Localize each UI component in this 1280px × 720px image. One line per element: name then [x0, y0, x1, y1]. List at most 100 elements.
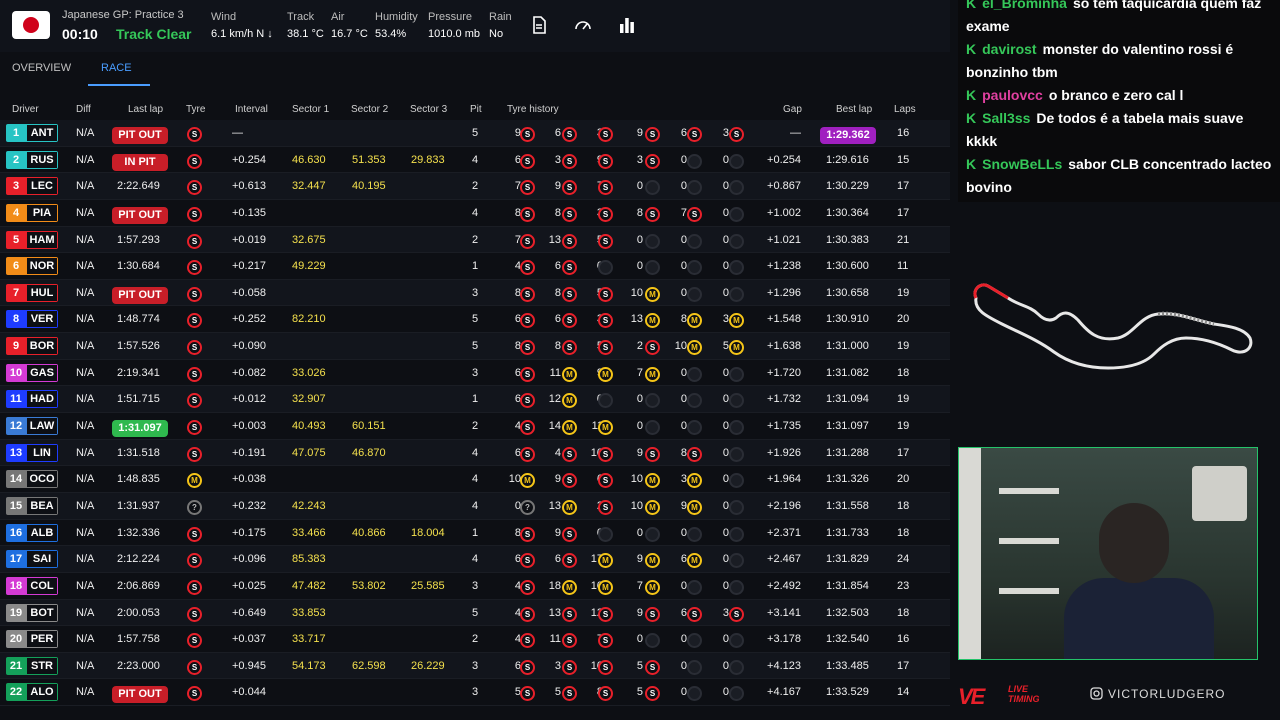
last-lap: 1:57.526: [117, 340, 160, 353]
table-row[interactable]: 22ALON/APIT OUTS+0.04435S5S8S5S00+4.1671…: [0, 679, 950, 707]
sector-2: 62.598: [352, 659, 386, 672]
stint-tyre-icon: [687, 526, 702, 542]
col-diff[interactable]: Diff: [76, 104, 91, 115]
stint-laps: 0: [680, 633, 687, 646]
table-row[interactable]: 8VERN/A1:48.774S+0.25282.21056S6S3S13M8M…: [0, 306, 950, 334]
table-row[interactable]: 17 SAI N/A 2:12.224 S +0.096 85.383 4 6 S 6 S 17 M 9 M 6…: [0, 546, 950, 573]
diff: N/A: [76, 260, 95, 273]
col-laps[interactable]: Laps: [894, 104, 916, 115]
driver-badge: 3 LEC: [6, 177, 58, 196]
weather-humidity: Humidity 53.4%: [375, 11, 418, 40]
interval: +0.058: [232, 286, 266, 299]
table-row[interactable]: 4PIAN/APIT OUTS+0.13548S8S3S8S7S0+1.0021…: [0, 200, 950, 227]
chat-username[interactable]: paulovcc: [982, 87, 1043, 103]
position: 17: [6, 550, 26, 569]
gap: +3.178: [767, 633, 801, 646]
gap: +2.371: [767, 526, 801, 539]
stint-laps: 0: [722, 260, 729, 273]
document-icon[interactable]: [530, 16, 548, 34]
col-sector3[interactable]: Sector 3: [410, 104, 447, 115]
col-interval[interactable]: Interval: [235, 104, 268, 115]
table-row[interactable]: 13 LIN N/A 1:31.518 S +0.191 47.075 46.870 4 6 S 4 S…: [0, 439, 950, 467]
stint-laps: 9: [554, 473, 561, 486]
position: 21: [6, 656, 26, 675]
chat-username[interactable]: Sall3ss: [982, 110, 1030, 126]
table-row[interactable]: 9BORN/A1:57.526S+0.09058S8S5S2S10M5M+1.6…: [0, 333, 950, 360]
col-sector1[interactable]: Sector 1: [292, 104, 329, 115]
stint-tyre-icon: M: [687, 340, 702, 356]
pit-count: 5: [472, 127, 479, 139]
session-name: Japanese GP: Practice 3: [62, 9, 184, 21]
stint-laps: 0: [680, 579, 687, 592]
driver-badge: 7 HUL: [6, 283, 58, 302]
stint-tyre-icon: S: [520, 420, 535, 436]
table-row[interactable]: 7HULN/APIT OUTS+0.05838S8S5S10M00+1.2961…: [0, 279, 950, 307]
driver-badge: 9 BOR: [6, 337, 58, 356]
col-tyre-history[interactable]: Tyre history: [507, 104, 559, 115]
chat-username[interactable]: SnowBeLLs: [982, 156, 1062, 172]
badge-icon: K: [966, 110, 977, 126]
col-driver[interactable]: Driver: [12, 104, 39, 115]
stint-laps: 10: [674, 340, 687, 353]
position: 1: [6, 124, 26, 142]
stint-laps: 0: [722, 499, 729, 512]
sector-1: 33.026: [292, 366, 326, 379]
col-best-lap[interactable]: Best lap: [836, 104, 872, 115]
table-row[interactable]: 14OCON/A1:48.835M+0.038410M9S6S10M3M0+1.…: [0, 466, 950, 493]
table-row[interactable]: 2 RUS N/A IN PIT S +0.254 46.630 51.353 29.833 4 6…: [0, 147, 950, 174]
stint-laps: 6: [514, 393, 521, 406]
col-gap[interactable]: Gap: [783, 104, 802, 115]
col-pit[interactable]: Pit: [470, 104, 482, 115]
last-lap-status: PIT OUT: [112, 686, 168, 704]
sector-1: 42.243: [292, 499, 326, 512]
interval: +0.037: [232, 633, 266, 646]
pit-count: 4: [472, 153, 479, 166]
table-row[interactable]: 12 LAW N/A 1:31.097 S +0.003 40.493 60.151 2 4 S 14…: [0, 413, 950, 440]
col-last-lap[interactable]: Last lap: [128, 104, 163, 115]
table-row[interactable]: 15BEAN/A1:31.937?+0.23242.24340?13M2S10M…: [0, 492, 950, 520]
stint-laps: 0: [680, 153, 687, 166]
stint-tyre-icon: [729, 526, 744, 542]
last-lap: 1:31.518: [117, 446, 160, 459]
driver-badge: 5 HAM: [6, 230, 58, 249]
chat-username[interactable]: davirost: [982, 41, 1036, 57]
col-tyre[interactable]: Tyre: [186, 104, 205, 115]
weather-rain: Rain No: [489, 11, 512, 40]
last-lap-status: PIT OUT: [112, 206, 168, 224]
driver-code: HAD: [26, 390, 58, 409]
table-row[interactable]: 3LECN/A2:22.649S+0.61332.44740.19527S9S7…: [0, 173, 950, 200]
table-row[interactable]: 6NORN/A1:30.684S+0.21749.22914S6S0000+1.…: [0, 253, 950, 280]
table-row[interactable]: 5HAMN/A1:57.293S+0.01932.67527S13S5S000+…: [0, 226, 950, 254]
stint-tyre-icon: [729, 633, 744, 649]
table-row[interactable]: 11HADN/A1:51.715S+0.01232.90716S12M0000+…: [0, 386, 950, 414]
current-tyre-icon: S: [187, 206, 202, 222]
driver-code: PIA: [26, 203, 58, 222]
gauge-icon[interactable]: [574, 16, 592, 34]
stint-tyre-icon: S: [520, 180, 535, 196]
table-row[interactable]: 20PERN/A1:57.758S+0.03733.71724S11S7S000…: [0, 626, 950, 653]
live-timing-app: Japanese GP: Practice 3 00:10 Track Clea…: [0, 0, 1280, 720]
stint-tyre-icon: [687, 579, 702, 595]
last-lap: 2:19.341: [117, 366, 160, 379]
driver-code: ANT: [26, 124, 58, 142]
pit-count: 3: [472, 366, 479, 379]
stint-tyre-icon: M: [729, 340, 744, 356]
tab-overview[interactable]: OVERVIEW: [12, 62, 71, 74]
table-row[interactable]: 21 STR N/A 2:23.000 S +0.945 54.173 62.598 26.22…: [0, 652, 950, 680]
sector-2: 40.195: [352, 180, 386, 193]
sector-1: 47.075: [292, 446, 326, 459]
sector-1: 32.675: [292, 233, 326, 246]
stint-laps: 13: [630, 313, 643, 326]
col-sector2[interactable]: Sector 2: [351, 104, 388, 115]
table-row[interactable]: 10GASN/A2:19.341S+0.08233.02636S11M9M7M0…: [0, 360, 950, 387]
bar-chart-icon[interactable]: [618, 16, 636, 34]
chat-username[interactable]: el_Brominha: [982, 0, 1067, 11]
stint-laps: 0: [722, 180, 729, 193]
table-row[interactable]: 18 COL N/A 2:06.869 S +0.025 47.482 53.802 25.58…: [0, 573, 950, 600]
interval: +0.019: [232, 233, 266, 246]
table-row[interactable]: 1ANTN/APIT OUTS—59S6S3S9S6S3S—1:29.36216: [0, 120, 950, 147]
table-row[interactable]: 16 ALB N/A 1:32.336 S +0.175 33.466 40.866 18.00…: [0, 520, 950, 547]
tab-race[interactable]: RACE: [101, 62, 132, 74]
best-lap: 1:30.229: [826, 180, 869, 193]
table-row[interactable]: 19 BOT N/A 2:00.053 S +0.649 33.853 5 4 S 13 S 12 S 9 S…: [0, 599, 950, 627]
